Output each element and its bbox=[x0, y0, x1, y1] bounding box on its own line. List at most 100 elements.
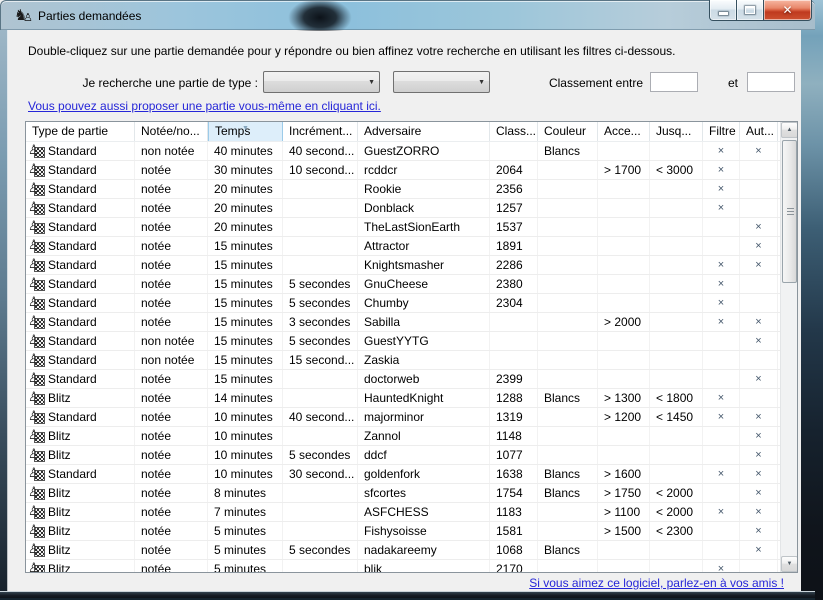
cell-accept-above bbox=[598, 427, 650, 445]
scroll-down-icon: ▼ bbox=[787, 561, 793, 567]
cell-rating: 1068 bbox=[490, 541, 538, 559]
game-type-text: Blitz bbox=[48, 503, 71, 521]
cell-time: 7 minutes bbox=[208, 503, 283, 521]
cell-type: Blitz bbox=[26, 541, 135, 559]
table-row[interactable]: Standardnotée15 minutesAttractor1891× bbox=[26, 237, 780, 256]
maximize-button[interactable] bbox=[736, 0, 763, 21]
table-row[interactable]: Standardnotée20 minutesDonblack1257× bbox=[26, 199, 780, 218]
cell-rating: 1257 bbox=[490, 199, 538, 217]
column-header-opponent[interactable]: Adversaire bbox=[358, 122, 490, 141]
table-row[interactable]: Blitznotée14 minutesHauntedKnight1288Bla… bbox=[26, 389, 780, 408]
cell-time: 5 minutes bbox=[208, 522, 283, 540]
cell-opponent: GnuCheese bbox=[358, 275, 490, 293]
cell-opponent: Fishysoisse bbox=[358, 522, 490, 540]
column-header-increment[interactable]: Incrément... bbox=[283, 122, 358, 141]
minimize-button[interactable] bbox=[709, 0, 736, 21]
table-row[interactable]: Blitznotée5 minutes5 secondesnadakareemy… bbox=[26, 541, 780, 560]
cell-color bbox=[538, 313, 598, 331]
game-type-text: Standard bbox=[48, 256, 97, 274]
cell-filter bbox=[703, 522, 740, 540]
cell-filter: × bbox=[703, 294, 740, 312]
cell-rating bbox=[490, 332, 538, 350]
cell-rating: 2064 bbox=[490, 161, 538, 179]
cell-color bbox=[538, 161, 598, 179]
cell-auto: × bbox=[740, 313, 778, 331]
game-subtype-select[interactable]: ▼ bbox=[393, 71, 490, 93]
table-row[interactable]: Blitznotée5 minutesFishysoisse1581> 1500… bbox=[26, 522, 780, 541]
cell-color bbox=[538, 256, 598, 274]
sort-descending-icon: ▼ bbox=[209, 122, 282, 138]
table-row[interactable]: Blitznotée10 minutes5 secondesddcf1077× bbox=[26, 446, 780, 465]
propose-game-link[interactable]: Vous pouvez aussi proposer une partie vo… bbox=[28, 99, 381, 113]
table-row[interactable]: Standardnotée15 minutes3 secondesSabilla… bbox=[26, 313, 780, 332]
table-row[interactable]: Standardnotée10 minutes30 second...golde… bbox=[26, 465, 780, 484]
cell-rating: 1537 bbox=[490, 218, 538, 236]
table-row[interactable]: Standardnotée15 minutesKnightsmasher2286… bbox=[26, 256, 780, 275]
table-row[interactable]: Standardnotée15 minutes5 secondesChumby2… bbox=[26, 294, 780, 313]
cell-rating: 1754 bbox=[490, 484, 538, 502]
table-row[interactable]: Standardnon notée40 minutes40 second...G… bbox=[26, 142, 780, 161]
cell-increment: 3 secondes bbox=[283, 313, 358, 331]
cell-type: Blitz bbox=[26, 484, 135, 502]
column-header-rating[interactable]: Class... bbox=[490, 122, 538, 141]
table-row[interactable]: Standardnotée15 minutes5 secondesGnuChee… bbox=[26, 275, 780, 294]
table-row[interactable]: Blitznotée10 minutesZannol1148× bbox=[26, 427, 780, 446]
cell-time: 14 minutes bbox=[208, 389, 283, 407]
scrollbar-thumb[interactable] bbox=[782, 140, 797, 283]
cell-type: Blitz bbox=[26, 389, 135, 407]
table-row[interactable]: Blitznotée8 minutessfcortes1754Blancs> 1… bbox=[26, 484, 780, 503]
cell-time: 15 minutes bbox=[208, 294, 283, 312]
vertical-scrollbar[interactable]: ▲ ▼ bbox=[780, 122, 797, 572]
scroll-down-button[interactable]: ▼ bbox=[781, 556, 798, 572]
rating-max-field[interactable] bbox=[747, 72, 795, 92]
titlebar[interactable]: Parties demandées bbox=[0, 0, 815, 30]
table-row[interactable]: Standardnotée15 minutesdoctorweb2399× bbox=[26, 370, 780, 389]
column-header-accept-above[interactable]: Acce... bbox=[598, 122, 650, 141]
cell-rated: notée bbox=[135, 370, 208, 388]
table-row[interactable]: Standardnotée10 minutes40 second...major… bbox=[26, 408, 780, 427]
table-row[interactable]: Blitznotée5 minutesblik2170× bbox=[26, 560, 780, 573]
cell-color bbox=[538, 408, 598, 426]
cell-time: 8 minutes bbox=[208, 484, 283, 502]
close-button[interactable]: ✕ bbox=[763, 0, 812, 21]
game-type-icon bbox=[28, 353, 46, 368]
column-header-accept-below[interactable]: Jusq... bbox=[650, 122, 703, 141]
cell-time: 10 minutes bbox=[208, 465, 283, 483]
cell-filter: × bbox=[703, 256, 740, 274]
table-row[interactable]: Standardnotée30 minutes10 second...rcddc… bbox=[26, 161, 780, 180]
rating-min-field[interactable] bbox=[650, 72, 698, 92]
cell-increment: 5 secondes bbox=[283, 541, 358, 559]
scroll-up-button[interactable]: ▲ bbox=[781, 122, 798, 138]
cell-accept-below bbox=[650, 180, 703, 198]
cell-filter: × bbox=[703, 389, 740, 407]
table-row[interactable]: Blitznotée7 minutesASFCHESS1183> 1100< 2… bbox=[26, 503, 780, 522]
column-header-rated[interactable]: Notée/no... bbox=[135, 122, 208, 141]
cell-time: 15 minutes bbox=[208, 351, 283, 369]
table-row[interactable]: Standardnon notée15 minutes5 secondesGue… bbox=[26, 332, 780, 351]
cell-time: 15 minutes bbox=[208, 370, 283, 388]
game-type-select[interactable]: ▼ bbox=[263, 71, 380, 93]
column-header-type[interactable]: Type de partie bbox=[26, 122, 135, 141]
cell-accept-above: > 1500 bbox=[598, 522, 650, 540]
column-header-filter[interactable]: Filtre bbox=[703, 122, 740, 141]
tell-your-friends-link[interactable]: Si vous aimez ce logiciel, parlez-en à v… bbox=[529, 576, 784, 590]
column-header-auto[interactable]: Aut... bbox=[740, 122, 778, 141]
game-type-icon bbox=[28, 562, 46, 574]
table-row[interactable]: Standardnotée20 minutesTheLastSionEarth1… bbox=[26, 218, 780, 237]
column-header-time[interactable]: Temps▼ bbox=[208, 122, 283, 141]
cell-rated: notée bbox=[135, 484, 208, 502]
cell-color bbox=[538, 332, 598, 350]
cell-rating: 2399 bbox=[490, 370, 538, 388]
cell-auto bbox=[740, 180, 778, 198]
game-type-text: Standard bbox=[48, 199, 97, 217]
cell-increment: 40 second... bbox=[283, 408, 358, 426]
column-header-color[interactable]: Couleur bbox=[538, 122, 598, 141]
table-row[interactable]: Standardnon notée15 minutes15 second...Z… bbox=[26, 351, 780, 370]
close-icon: ✕ bbox=[782, 4, 792, 16]
cell-rating bbox=[490, 142, 538, 160]
cell-type: Blitz bbox=[26, 560, 135, 573]
cell-accept-below bbox=[650, 332, 703, 350]
cell-time: 10 minutes bbox=[208, 408, 283, 426]
cell-accept-above bbox=[598, 351, 650, 369]
table-row[interactable]: Standardnotée20 minutesRookie2356× bbox=[26, 180, 780, 199]
